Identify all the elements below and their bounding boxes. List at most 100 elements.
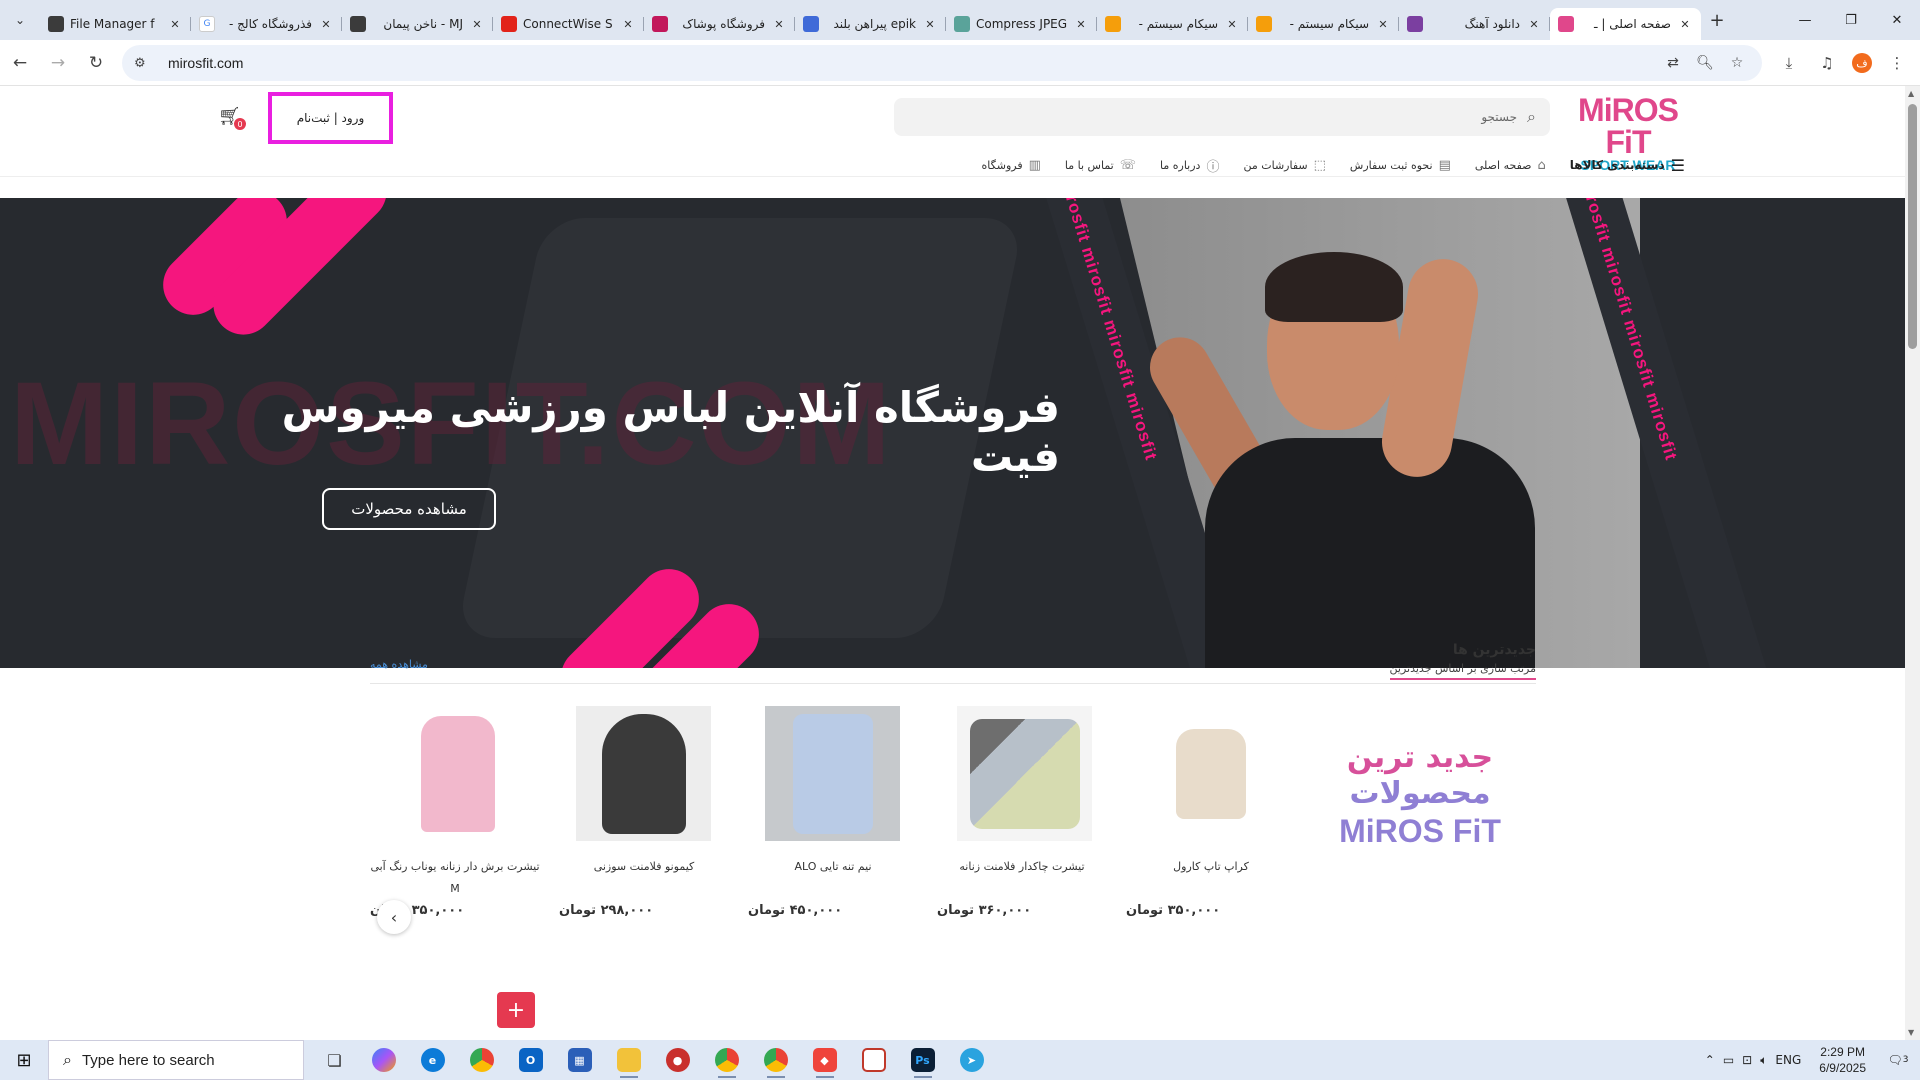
menu-item[interactable]: ⌂ صفحه اصلی [1475,146,1546,184]
store-icon[interactable]: ▦ [555,1040,604,1080]
outlook-icon[interactable]: O [506,1040,555,1080]
notification-center-button[interactable]: 🗨︎ 3 [1884,1046,1912,1074]
close-tab-icon[interactable]: ✕ [167,16,183,32]
sort-subtitle[interactable]: مرتب سازی بر اساس جدیدترین [1389,662,1536,680]
product-image[interactable] [957,706,1092,841]
menu-item[interactable]: ☏ تماس با ما [1065,146,1136,184]
scrollbar-thumb[interactable] [1908,104,1917,349]
product-card[interactable]: نیم تنه تایی ALO ۴۵۰,۰۰۰ تومان [748,706,918,946]
task-view-icon[interactable]: ❏ [310,1040,359,1080]
close-tab-icon[interactable]: ✕ [1375,16,1391,32]
menu-item[interactable]: ⓘ درباره ما [1160,146,1219,184]
edge-icon[interactable]: e [408,1040,457,1080]
add-to-cart-button[interactable]: + [497,992,535,1028]
chrome-icon[interactable] [457,1040,506,1080]
window-app-icon[interactable] [849,1040,898,1080]
menu-item[interactable]: ☰ دسته‌بندی کالاها [1570,146,1685,184]
profile-avatar[interactable]: ف [1852,53,1872,73]
address-bar[interactable]: ⚙ mirosfit.com ⇄ 🔍︎ ☆ [122,45,1762,81]
browser-tab[interactable]: MJ - ناخن پیمان ✕ [342,8,493,40]
media-control-icon[interactable]: ♫ [1814,45,1840,81]
site-search[interactable]: ⌕ [894,98,1550,136]
meet-icon[interactable]: ▭ [1723,1053,1734,1067]
carousel-prev-button[interactable]: ‹ [377,900,411,934]
close-tab-icon[interactable]: ✕ [469,16,485,32]
close-tab-icon[interactable]: ✕ [1526,16,1542,32]
menu-item-label: نحوه ثبت سفارش [1349,158,1433,172]
forward-button[interactable]: → [40,45,76,81]
product-card[interactable]: کیمونو فلامنت سوزنی ۲۹۸,۰۰۰ تومان [559,706,729,946]
clock[interactable]: 2:29 PM 6/9/2025 [1819,1044,1866,1076]
anydesk-icon[interactable]: ◆ [800,1040,849,1080]
view-all-link[interactable]: مشاهده همه [370,658,428,671]
browser-tab[interactable]: ConnectWise S ✕ [493,8,644,40]
product-card[interactable]: کراپ تاپ کارول ۳۵۰,۰۰۰ تومان [1126,706,1296,946]
scroll-down-icon[interactable]: ▼ [1908,1028,1914,1037]
chrome-profile-2-icon[interactable] [751,1040,800,1080]
close-tab-icon[interactable]: ✕ [922,16,938,32]
close-tab-icon[interactable]: ✕ [318,16,334,32]
photoshop-icon[interactable]: Ps [898,1040,947,1080]
telegram-icon[interactable]: ➤ [947,1040,996,1080]
close-tab-icon[interactable]: ✕ [1677,16,1693,32]
menu-item[interactable]: ⬚ سفارشات من [1243,146,1325,184]
translate-icon[interactable]: ⇄ [1662,52,1684,74]
product-image[interactable] [765,706,900,841]
search-input[interactable] [957,110,1518,124]
start-button[interactable]: ⊞ [0,1040,48,1080]
menu-item[interactable]: ▥ فروشگاه [982,146,1041,184]
menu-item[interactable]: ▤ نحوه ثبت سفارش [1350,146,1451,184]
browser-tab[interactable]: epik پیراهن بلند ✕ [795,8,946,40]
language-indicator[interactable]: ENG [1775,1053,1801,1067]
cart-button[interactable]: 🛒︎ 0 [218,106,246,132]
close-tab-icon[interactable]: ✕ [1073,16,1089,32]
network-icon[interactable]: ⊡ [1742,1053,1752,1067]
search-icon[interactable]: ⌕ [1527,107,1536,127]
file-explorer-icon[interactable] [604,1040,653,1080]
zoom-icon[interactable]: 🔍︎ [1694,52,1716,74]
volume-icon[interactable]: 🔈︎ [1760,1053,1767,1068]
tab-search-button[interactable]: ⌄ [0,0,40,40]
new-tab-button[interactable]: + [1701,4,1733,36]
product-image[interactable] [390,706,525,841]
chrome-profile-icon[interactable] [702,1040,751,1080]
site-info-icon[interactable]: ⚙ [134,56,158,71]
restore-button[interactable]: ❐ [1828,0,1874,40]
scroll-up-icon[interactable]: ▲ [1908,89,1914,98]
browser-tab[interactable]: Compress JPEG ✕ [946,8,1097,40]
copilot-icon[interactable] [359,1040,408,1080]
taskbar-search[interactable]: ⌕ Type here to search [48,1040,304,1080]
product-name[interactable]: تیشرت برش دار زنانه یونا‌ب رنگ آبی M [370,856,540,900]
product-image[interactable] [576,706,711,841]
product-card[interactable]: تیشرت چاکدار فلامنت زنانه ۳۶۰,۰۰۰ تومان [937,706,1107,946]
url-text[interactable]: mirosfit.com [168,55,243,71]
page-scrollbar[interactable]: ▲ ▼ [1905,86,1920,1040]
chevron-up-icon[interactable]: ⌃ [1705,1053,1715,1067]
login-register-button[interactable]: ورود | ثبت‌نام [268,92,393,144]
site-logo[interactable]: MiROS FiT SPORT WEAR [1563,94,1693,172]
view-products-button[interactable]: مشاهده محصولات [322,488,496,530]
browser-tab[interactable]: دانلود آهنگ ✕ [1399,8,1550,40]
close-tab-icon[interactable]: ✕ [771,16,787,32]
bookmark-star-icon[interactable]: ☆ [1726,52,1748,74]
download-icon[interactable]: ⤓ [1776,45,1802,81]
recorder-icon[interactable]: ● [653,1040,702,1080]
browser-tab[interactable]: فروشگاه پوشاک ✕ [644,8,795,40]
browser-tab[interactable]: سیکام سیستم - ✕ [1097,8,1248,40]
browser-tab[interactable]: صفحه اصلی | ـ ✕ [1550,8,1701,40]
product-name[interactable]: نیم تنه تایی ALO [748,856,918,878]
browser-tab[interactable]: سیکام سیستم - ✕ [1248,8,1399,40]
menu-kebab-icon[interactable]: ⋮ [1884,45,1910,81]
product-name[interactable]: کیمونو فلامنت سوزنی [559,856,729,878]
close-window-button[interactable]: ✕ [1874,0,1920,40]
reload-button[interactable]: ↻ [78,45,114,81]
browser-tab[interactable]: G فذروشگاه کالج - ✕ [191,8,342,40]
close-tab-icon[interactable]: ✕ [620,16,636,32]
close-tab-icon[interactable]: ✕ [1224,16,1240,32]
product-name[interactable]: تیشرت چاکدار فلامنت زنانه [937,856,1107,878]
product-name[interactable]: کراپ تاپ کارول [1126,856,1296,878]
browser-tab[interactable]: File Manager f ✕ [40,8,191,40]
product-image[interactable] [1143,706,1278,841]
back-button[interactable]: ← [2,45,38,81]
minimize-button[interactable]: — [1782,0,1828,40]
